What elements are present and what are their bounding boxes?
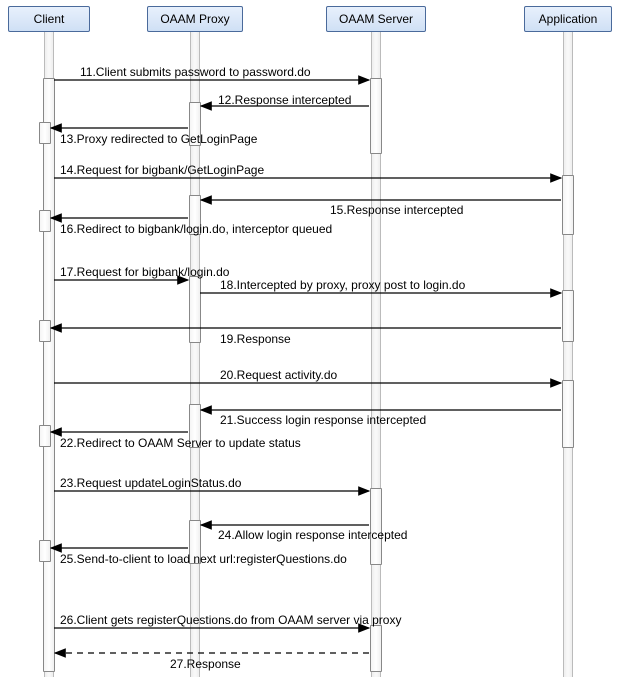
msg-24: 24.Allow login response intercepted (218, 528, 407, 542)
activation-client-r4 (39, 425, 51, 447)
sequence-diagram: Client OAAM Proxy OAAM Server Applicatio… (0, 0, 629, 683)
msg-23: 23.Request updateLoginStatus.do (60, 476, 241, 490)
msg-17: 17.Request for bigbank/login.do (60, 265, 229, 279)
activation-app-3 (562, 380, 574, 448)
activation-app-1 (562, 175, 574, 235)
msg-18: 18.Intercepted by proxy, proxy post to l… (220, 278, 465, 292)
msg-15: 15.Response intercepted (330, 203, 463, 217)
actor-oaam-server: OAAM Server (326, 6, 426, 32)
actor-oaam-proxy: OAAM Proxy (147, 6, 243, 32)
msg-22: 22.Redirect to OAAM Server to update sta… (60, 436, 301, 450)
actor-application: Application (524, 6, 612, 32)
activation-proxy-3 (189, 276, 201, 343)
msg-11: 11.Client submits password to password.d… (80, 65, 311, 79)
msg-25: 25.Send-to-client to load next url:regis… (60, 552, 347, 566)
activation-server-2 (370, 488, 382, 565)
activation-server-1 (370, 78, 382, 154)
msg-14: 14.Request for bigbank/GetLoginPage (60, 163, 264, 177)
actor-client: Client (8, 6, 90, 32)
msg-20: 20.Request activity.do (220, 368, 337, 382)
activation-client-r2 (39, 210, 51, 232)
msg-19: 19.Response (220, 332, 291, 346)
lifeline-app (563, 32, 573, 677)
activation-server-3 (370, 625, 382, 672)
activation-client-r1 (39, 122, 51, 144)
msg-26: 26.Client gets registerQuestions.do from… (60, 613, 401, 627)
msg-16: 16.Redirect to bigbank/login.do, interce… (60, 222, 332, 236)
activation-client-r3 (39, 320, 51, 342)
msg-21: 21.Success login response intercepted (220, 413, 426, 427)
msg-27: 27.Response (170, 657, 241, 671)
msg-13: 13.Proxy redirected to GetLoginPage (60, 132, 257, 146)
activation-client-main (43, 78, 55, 672)
activation-app-2 (562, 290, 574, 342)
msg-12: 12.Response intercepted (218, 93, 351, 107)
activation-client-r5 (39, 540, 51, 562)
